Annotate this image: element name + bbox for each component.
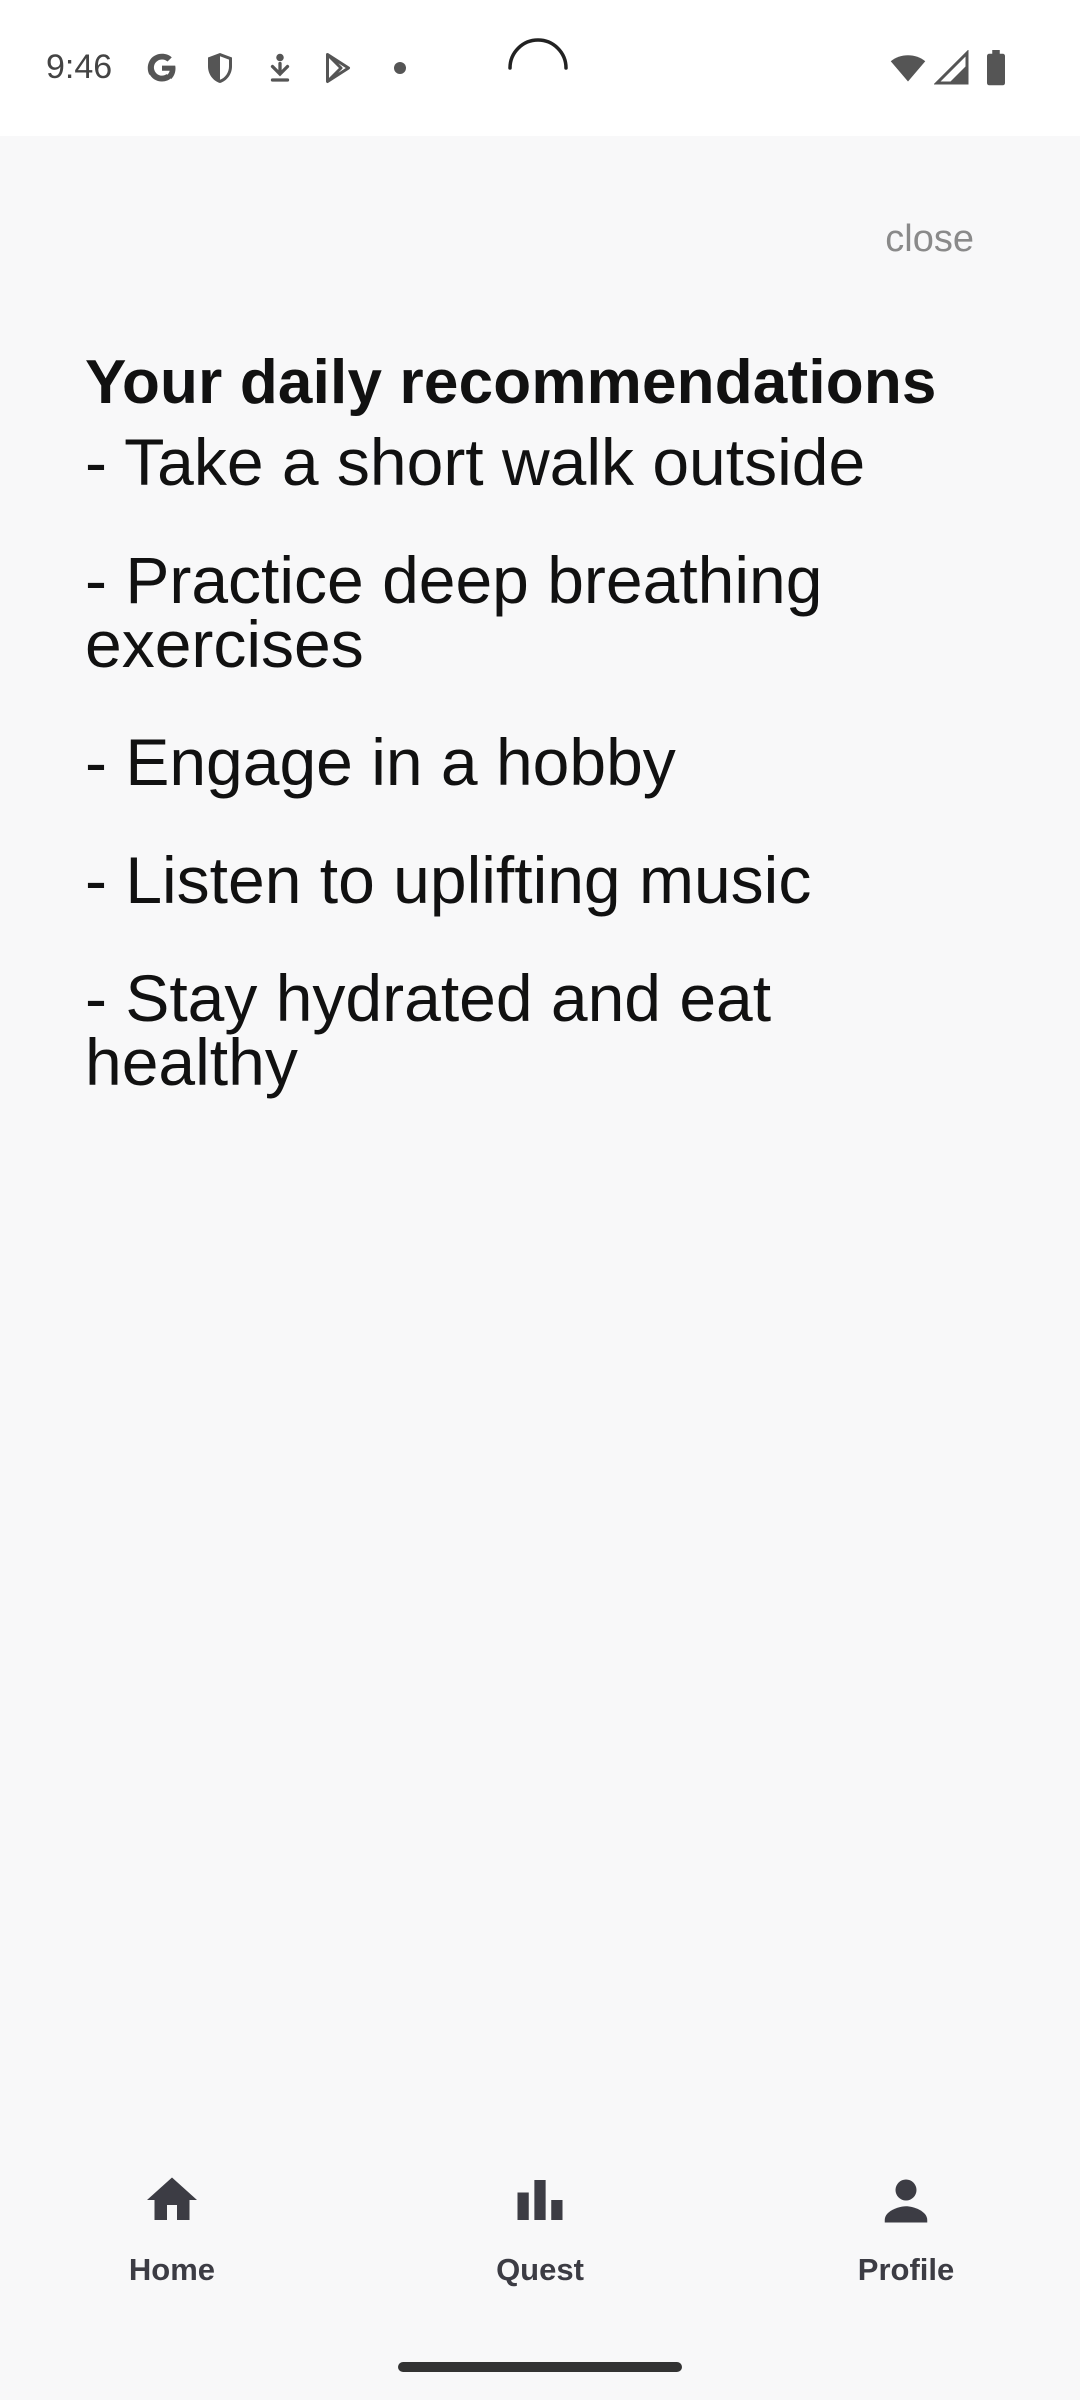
shield-icon bbox=[202, 50, 238, 86]
wifi-icon bbox=[888, 50, 928, 86]
recommendation-item: - Stay hydrated and eat healthy bbox=[85, 961, 772, 1099]
signal-icon bbox=[934, 50, 970, 86]
nav-label: Home bbox=[128, 2252, 216, 2287]
download-icon bbox=[262, 50, 298, 86]
nav-label: Profile bbox=[857, 2252, 955, 2287]
recommendation-item: - Take a short walk outside bbox=[85, 425, 866, 499]
recommendation-list: - Take a short walk outside - Practice d… bbox=[85, 425, 995, 1099]
close-button[interactable]: close bbox=[885, 218, 974, 261]
nav-item-home[interactable]: Home bbox=[72, 2170, 272, 2320]
page-title: Your daily recommendations bbox=[85, 348, 937, 417]
play-store-icon bbox=[320, 50, 356, 86]
home-icon bbox=[142, 2170, 202, 2230]
recommendation-item: - Engage in a hobby bbox=[85, 725, 676, 799]
notification-dot-icon bbox=[382, 50, 418, 86]
home-indicator[interactable] bbox=[398, 2362, 682, 2372]
nav-label: Quest bbox=[496, 2252, 584, 2287]
status-time: 9:46 bbox=[46, 48, 113, 86]
person-icon bbox=[876, 2170, 936, 2230]
recommendations-panel: Your daily recommendations - Take a shor… bbox=[85, 346, 995, 1148]
recommendation-item: - Practice deep breathing exercises bbox=[85, 543, 823, 681]
bar-chart-icon bbox=[510, 2170, 570, 2230]
recommendation-item: - Listen to uplifting music bbox=[85, 843, 812, 917]
bottom-navigation: Home Quest Profile bbox=[0, 2140, 1080, 2400]
google-icon bbox=[144, 50, 180, 86]
battery-icon bbox=[982, 50, 1010, 86]
camera-cutout bbox=[502, 32, 574, 104]
status-bar: 9:46 bbox=[0, 0, 1080, 136]
nav-item-quest[interactable]: Quest bbox=[440, 2170, 640, 2320]
nav-item-profile[interactable]: Profile bbox=[806, 2170, 1006, 2320]
